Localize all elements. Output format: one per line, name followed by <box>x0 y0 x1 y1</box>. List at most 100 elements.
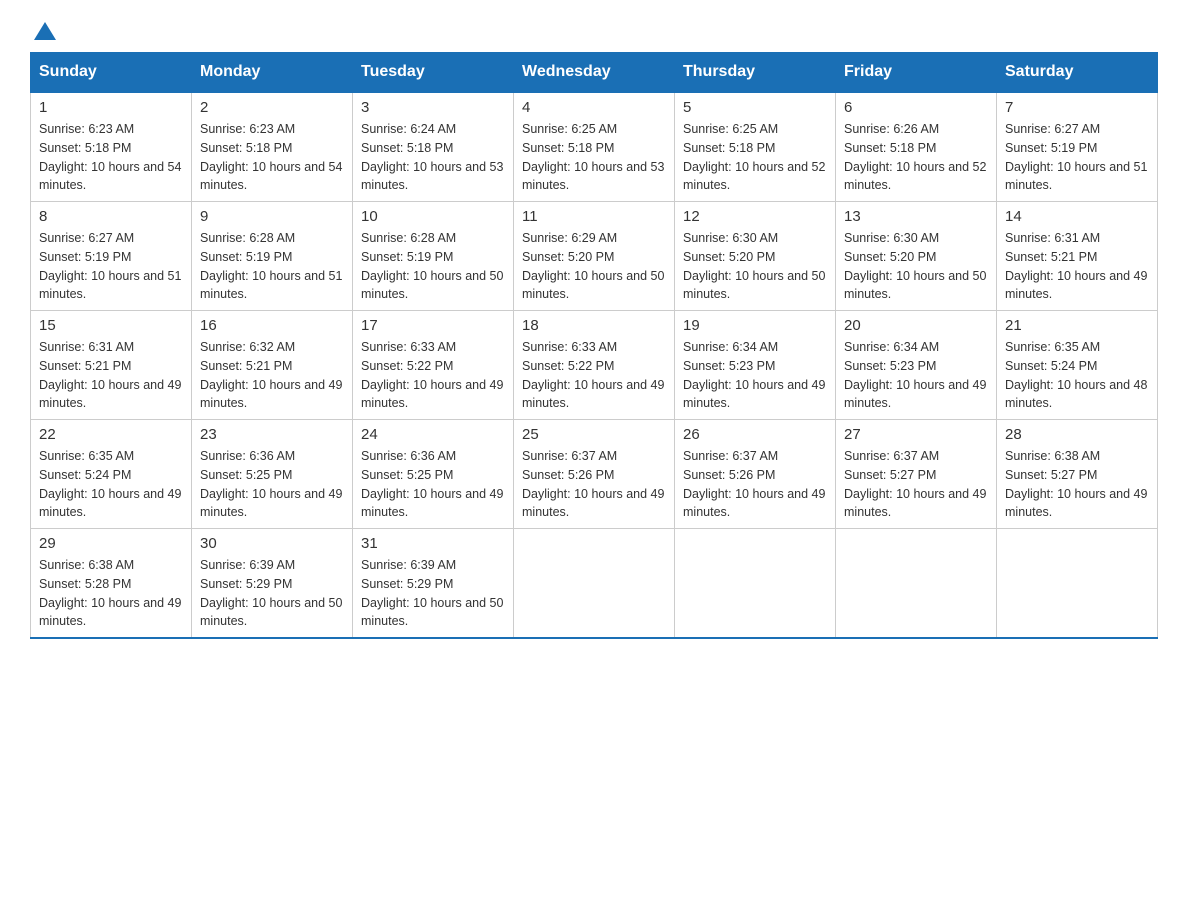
day-info: Sunrise: 6:34 AM Sunset: 5:23 PM Dayligh… <box>683 338 827 413</box>
day-info: Sunrise: 6:29 AM Sunset: 5:20 PM Dayligh… <box>522 229 666 304</box>
calendar-table: SundayMondayTuesdayWednesdayThursdayFrid… <box>30 52 1158 639</box>
day-info: Sunrise: 6:26 AM Sunset: 5:18 PM Dayligh… <box>844 120 988 195</box>
day-number: 5 <box>683 99 827 116</box>
day-number: 8 <box>39 208 183 225</box>
calendar-header-tuesday: Tuesday <box>353 53 514 93</box>
day-number: 26 <box>683 426 827 443</box>
day-info: Sunrise: 6:32 AM Sunset: 5:21 PM Dayligh… <box>200 338 344 413</box>
calendar-cell: 5 Sunrise: 6:25 AM Sunset: 5:18 PM Dayli… <box>675 92 836 202</box>
calendar-week-row: 8 Sunrise: 6:27 AM Sunset: 5:19 PM Dayli… <box>31 202 1158 311</box>
logo-triangle-icon <box>34 20 56 42</box>
calendar-cell <box>675 529 836 639</box>
calendar-cell: 17 Sunrise: 6:33 AM Sunset: 5:22 PM Dayl… <box>353 311 514 420</box>
calendar-cell: 26 Sunrise: 6:37 AM Sunset: 5:26 PM Dayl… <box>675 420 836 529</box>
day-number: 2 <box>200 99 344 116</box>
calendar-cell: 3 Sunrise: 6:24 AM Sunset: 5:18 PM Dayli… <box>353 92 514 202</box>
day-info: Sunrise: 6:36 AM Sunset: 5:25 PM Dayligh… <box>361 447 505 522</box>
day-number: 24 <box>361 426 505 443</box>
day-info: Sunrise: 6:28 AM Sunset: 5:19 PM Dayligh… <box>361 229 505 304</box>
day-info: Sunrise: 6:25 AM Sunset: 5:18 PM Dayligh… <box>683 120 827 195</box>
day-info: Sunrise: 6:33 AM Sunset: 5:22 PM Dayligh… <box>361 338 505 413</box>
calendar-cell: 2 Sunrise: 6:23 AM Sunset: 5:18 PM Dayli… <box>192 92 353 202</box>
calendar-cell: 12 Sunrise: 6:30 AM Sunset: 5:20 PM Dayl… <box>675 202 836 311</box>
day-info: Sunrise: 6:36 AM Sunset: 5:25 PM Dayligh… <box>200 447 344 522</box>
day-number: 21 <box>1005 317 1149 334</box>
day-info: Sunrise: 6:31 AM Sunset: 5:21 PM Dayligh… <box>1005 229 1149 304</box>
calendar-cell: 31 Sunrise: 6:39 AM Sunset: 5:29 PM Dayl… <box>353 529 514 639</box>
calendar-cell: 28 Sunrise: 6:38 AM Sunset: 5:27 PM Dayl… <box>997 420 1158 529</box>
calendar-cell: 15 Sunrise: 6:31 AM Sunset: 5:21 PM Dayl… <box>31 311 192 420</box>
day-number: 4 <box>522 99 666 116</box>
calendar-cell: 6 Sunrise: 6:26 AM Sunset: 5:18 PM Dayli… <box>836 92 997 202</box>
day-info: Sunrise: 6:37 AM Sunset: 5:26 PM Dayligh… <box>683 447 827 522</box>
day-info: Sunrise: 6:24 AM Sunset: 5:18 PM Dayligh… <box>361 120 505 195</box>
day-number: 18 <box>522 317 666 334</box>
day-number: 15 <box>39 317 183 334</box>
day-number: 13 <box>844 208 988 225</box>
day-number: 17 <box>361 317 505 334</box>
logo <box>30 20 60 42</box>
day-number: 23 <box>200 426 344 443</box>
day-info: Sunrise: 6:35 AM Sunset: 5:24 PM Dayligh… <box>1005 338 1149 413</box>
day-number: 14 <box>1005 208 1149 225</box>
calendar-cell: 18 Sunrise: 6:33 AM Sunset: 5:22 PM Dayl… <box>514 311 675 420</box>
calendar-header-monday: Monday <box>192 53 353 93</box>
calendar-cell: 10 Sunrise: 6:28 AM Sunset: 5:19 PM Dayl… <box>353 202 514 311</box>
day-info: Sunrise: 6:23 AM Sunset: 5:18 PM Dayligh… <box>39 120 183 195</box>
day-number: 31 <box>361 535 505 552</box>
day-number: 16 <box>200 317 344 334</box>
calendar-header-row: SundayMondayTuesdayWednesdayThursdayFrid… <box>31 53 1158 93</box>
day-number: 9 <box>200 208 344 225</box>
page-header <box>30 20 1158 42</box>
day-number: 28 <box>1005 426 1149 443</box>
day-number: 10 <box>361 208 505 225</box>
day-number: 27 <box>844 426 988 443</box>
day-number: 30 <box>200 535 344 552</box>
day-info: Sunrise: 6:38 AM Sunset: 5:27 PM Dayligh… <box>1005 447 1149 522</box>
day-info: Sunrise: 6:33 AM Sunset: 5:22 PM Dayligh… <box>522 338 666 413</box>
day-info: Sunrise: 6:39 AM Sunset: 5:29 PM Dayligh… <box>361 556 505 631</box>
calendar-cell: 29 Sunrise: 6:38 AM Sunset: 5:28 PM Dayl… <box>31 529 192 639</box>
calendar-cell: 20 Sunrise: 6:34 AM Sunset: 5:23 PM Dayl… <box>836 311 997 420</box>
day-number: 3 <box>361 99 505 116</box>
day-number: 11 <box>522 208 666 225</box>
day-number: 25 <box>522 426 666 443</box>
day-number: 19 <box>683 317 827 334</box>
calendar-week-row: 22 Sunrise: 6:35 AM Sunset: 5:24 PM Dayl… <box>31 420 1158 529</box>
day-info: Sunrise: 6:37 AM Sunset: 5:27 PM Dayligh… <box>844 447 988 522</box>
calendar-cell <box>514 529 675 639</box>
calendar-cell: 16 Sunrise: 6:32 AM Sunset: 5:21 PM Dayl… <box>192 311 353 420</box>
day-number: 1 <box>39 99 183 116</box>
calendar-cell: 9 Sunrise: 6:28 AM Sunset: 5:19 PM Dayli… <box>192 202 353 311</box>
day-info: Sunrise: 6:35 AM Sunset: 5:24 PM Dayligh… <box>39 447 183 522</box>
day-info: Sunrise: 6:25 AM Sunset: 5:18 PM Dayligh… <box>522 120 666 195</box>
day-info: Sunrise: 6:23 AM Sunset: 5:18 PM Dayligh… <box>200 120 344 195</box>
day-info: Sunrise: 6:27 AM Sunset: 5:19 PM Dayligh… <box>1005 120 1149 195</box>
day-number: 22 <box>39 426 183 443</box>
calendar-cell: 7 Sunrise: 6:27 AM Sunset: 5:19 PM Dayli… <box>997 92 1158 202</box>
calendar-header-thursday: Thursday <box>675 53 836 93</box>
day-number: 6 <box>844 99 988 116</box>
calendar-week-row: 15 Sunrise: 6:31 AM Sunset: 5:21 PM Dayl… <box>31 311 1158 420</box>
calendar-cell: 1 Sunrise: 6:23 AM Sunset: 5:18 PM Dayli… <box>31 92 192 202</box>
calendar-cell: 19 Sunrise: 6:34 AM Sunset: 5:23 PM Dayl… <box>675 311 836 420</box>
calendar-cell: 22 Sunrise: 6:35 AM Sunset: 5:24 PM Dayl… <box>31 420 192 529</box>
calendar-header-wednesday: Wednesday <box>514 53 675 93</box>
day-info: Sunrise: 6:30 AM Sunset: 5:20 PM Dayligh… <box>683 229 827 304</box>
calendar-cell: 25 Sunrise: 6:37 AM Sunset: 5:26 PM Dayl… <box>514 420 675 529</box>
day-info: Sunrise: 6:27 AM Sunset: 5:19 PM Dayligh… <box>39 229 183 304</box>
calendar-cell <box>836 529 997 639</box>
day-info: Sunrise: 6:31 AM Sunset: 5:21 PM Dayligh… <box>39 338 183 413</box>
calendar-cell: 14 Sunrise: 6:31 AM Sunset: 5:21 PM Dayl… <box>997 202 1158 311</box>
calendar-cell: 4 Sunrise: 6:25 AM Sunset: 5:18 PM Dayli… <box>514 92 675 202</box>
calendar-cell: 24 Sunrise: 6:36 AM Sunset: 5:25 PM Dayl… <box>353 420 514 529</box>
day-number: 12 <box>683 208 827 225</box>
day-info: Sunrise: 6:37 AM Sunset: 5:26 PM Dayligh… <box>522 447 666 522</box>
day-info: Sunrise: 6:39 AM Sunset: 5:29 PM Dayligh… <box>200 556 344 631</box>
day-number: 20 <box>844 317 988 334</box>
day-info: Sunrise: 6:28 AM Sunset: 5:19 PM Dayligh… <box>200 229 344 304</box>
calendar-header-friday: Friday <box>836 53 997 93</box>
day-number: 29 <box>39 535 183 552</box>
calendar-cell: 21 Sunrise: 6:35 AM Sunset: 5:24 PM Dayl… <box>997 311 1158 420</box>
calendar-cell: 13 Sunrise: 6:30 AM Sunset: 5:20 PM Dayl… <box>836 202 997 311</box>
